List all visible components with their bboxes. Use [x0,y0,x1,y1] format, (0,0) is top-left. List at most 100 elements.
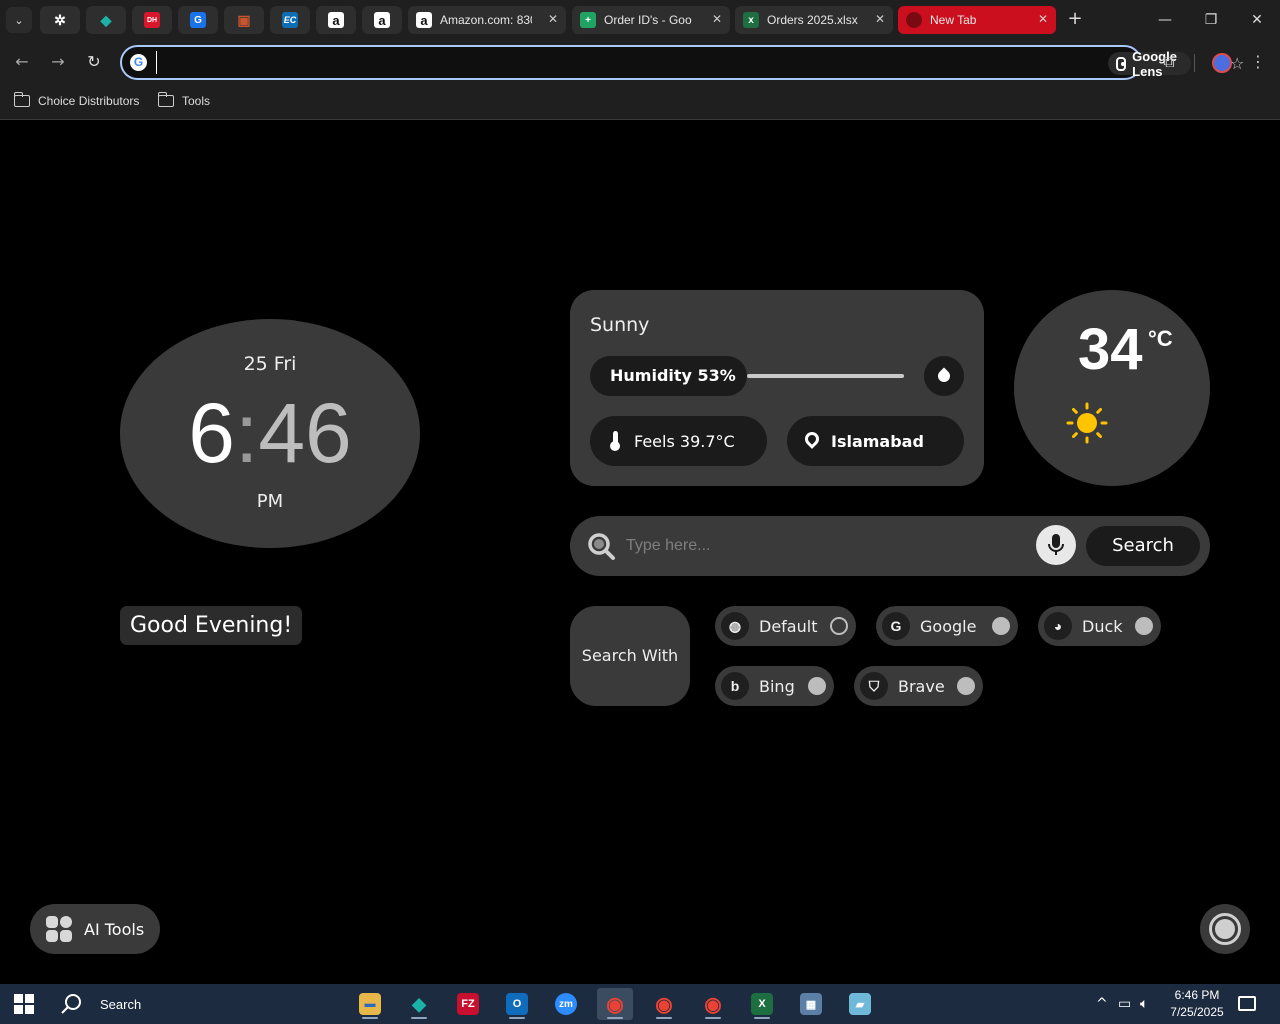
taskbar-app-zoom[interactable]: zm [548,988,584,1020]
google-icon: G [882,612,910,640]
network-icon[interactable]: ▭ [1118,984,1131,1024]
tab-title: Orders 2025.xlsx [767,13,858,27]
taskbar-app-gem[interactable]: ◆ [401,988,437,1020]
omnibox[interactable]: G Google Lens ☆ [120,45,1244,80]
back-button[interactable]: ← [10,50,34,74]
taskbar-app-chrome[interactable]: ◉ [597,988,633,1020]
reload-button[interactable]: ↻ [82,50,106,74]
taskbar-clock[interactable]: 6:46 PM 7/25/2025 [1160,987,1234,1021]
notification-icon[interactable] [1238,996,1256,1011]
taskbar-app-chrome-3[interactable]: ◉ [695,988,731,1020]
bookmark-star-icon[interactable]: ☆ [1230,54,1244,73]
water-drop-icon [935,367,953,385]
search-button[interactable]: Search [1086,526,1200,566]
taskbar-app-calculator[interactable]: ▦ [793,988,829,1020]
pinned-tab[interactable]: ✲ [40,6,80,34]
pinned-tab[interactable]: ◆ [86,6,126,34]
taskbar-time: 6:46 PM [1174,988,1220,1002]
tab-amazon[interactable]: a Amazon.com: 830 ✕ [408,6,566,34]
minimize-button[interactable]: — [1150,8,1180,32]
forward-button[interactable]: → [46,50,70,74]
tab-close-icon[interactable]: ✕ [712,12,722,26]
taskbar-app-filezilla[interactable]: FZ [450,988,486,1020]
dh-icon: DH [144,12,160,28]
settings-fab-button[interactable] [1200,904,1250,954]
pinned-tab[interactable]: EC [270,6,310,34]
engine-option-brave[interactable]: ⛉ Brave [854,666,983,706]
chrome-icon: ◉ [704,993,722,1016]
engine-option-default[interactable]: ◍ Default [715,606,856,646]
gem-icon: ◆ [100,11,112,28]
taskbar-app-file-explorer[interactable]: ▬ [352,988,388,1020]
engine-radio[interactable] [1135,617,1153,635]
temperature-unit: °C [1148,326,1173,351]
location-pin-icon [805,432,819,450]
tab-close-icon[interactable]: ✕ [875,12,885,26]
openai-icon: ✲ [54,11,66,28]
ai-tools-label: AI Tools [84,919,145,939]
ring-icon [1209,913,1241,945]
ai-tools-button[interactable]: AI Tools [30,904,160,954]
taskbar-app-excel[interactable]: X [744,988,780,1020]
duck-icon: ◕ [1044,612,1072,640]
feels-like-pill: Feels 39.7°C [590,416,767,466]
location-pill: Islamabad [787,416,964,466]
gem-icon: ◆ [412,993,426,1014]
bookmark-folder-choice-distributors[interactable]: Choice Distributors [13,92,139,110]
humidity-bar [747,374,904,378]
running-indicator [411,1017,427,1019]
tray-overflow-icon[interactable]: ^ [1096,984,1108,1024]
search-input[interactable] [626,531,1026,561]
engine-option-google[interactable]: G Google [876,606,1018,646]
ec-icon: EC [282,12,298,28]
pinned-tab[interactable]: ▣ [224,6,264,34]
extensions-icon[interactable]: ⧉ [1158,52,1180,74]
tab-new-tab[interactable]: New Tab ✕ [898,6,1056,34]
tab-close-icon[interactable]: ✕ [1038,12,1048,26]
windows-start-icon[interactable] [14,994,34,1014]
tab-title: Order ID's - Goo [604,13,692,27]
volume-icon[interactable]: 🔈︎ [1140,984,1148,1024]
bookmark-folder-tools[interactable]: Tools [157,92,210,110]
bing-icon: b [721,672,749,700]
clock-hour: 6 [188,386,235,480]
tab-orders-xlsx[interactable]: x Orders 2025.xlsx ✕ [735,6,893,34]
outlook-icon: O [506,993,528,1015]
engine-label: Bing [759,676,795,696]
pinned-tab[interactable]: DH [132,6,172,34]
profile-avatar[interactable] [1212,53,1232,73]
engine-radio[interactable] [830,617,848,635]
voice-search-button[interactable] [1036,525,1076,565]
amazon-icon: a [416,12,432,28]
clock-ampm: PM [256,491,284,512]
amazon-icon: a [328,12,344,28]
engine-option-bing[interactable]: b Bing [715,666,834,706]
engine-option-duck[interactable]: ◕ Duck [1038,606,1161,646]
engine-radio[interactable] [992,617,1010,635]
humidity-label: Humidity 53% [590,356,747,396]
close-window-button[interactable]: ✕ [1242,8,1272,32]
taskbar-app-chrome-2[interactable]: ◉ [646,988,682,1020]
pinned-tab[interactable]: a [316,6,356,34]
tab-search-button[interactable]: ⌄ [6,7,32,33]
tab-order-ids[interactable]: + Order ID's - Goo ✕ [572,6,730,34]
tab-close-icon[interactable]: ✕ [548,12,558,26]
ai-tools-icon [46,916,72,942]
taskbar-search[interactable]: Search [50,984,141,1024]
taskbar-app-outlook[interactable]: O [499,988,535,1020]
pinned-tab[interactable]: G [178,6,218,34]
taskbar-app-notepad[interactable]: ▰ [842,988,878,1020]
globe-icon: ◍ [721,612,749,640]
engine-radio[interactable] [808,677,826,695]
engine-radio[interactable] [957,677,975,695]
taskbar: Search ▬ ◆ FZ O zm ◉ ◉ ◉ X ▦ ▰ ^ ▭ 🔈︎ 6:… [0,984,1280,1024]
restore-button[interactable]: ❐ [1196,8,1226,32]
taskbar-search-label: Search [100,996,142,1012]
address-input[interactable] [156,51,976,74]
tab-title: Amazon.com: 830 [440,13,532,27]
new-tab-button[interactable]: + [1064,8,1086,30]
calculator-icon: ▦ [800,993,822,1015]
more-menu-icon[interactable]: ⋮ [1248,52,1268,74]
amazon-icon: a [374,12,390,28]
pinned-tab[interactable]: a [362,6,402,34]
